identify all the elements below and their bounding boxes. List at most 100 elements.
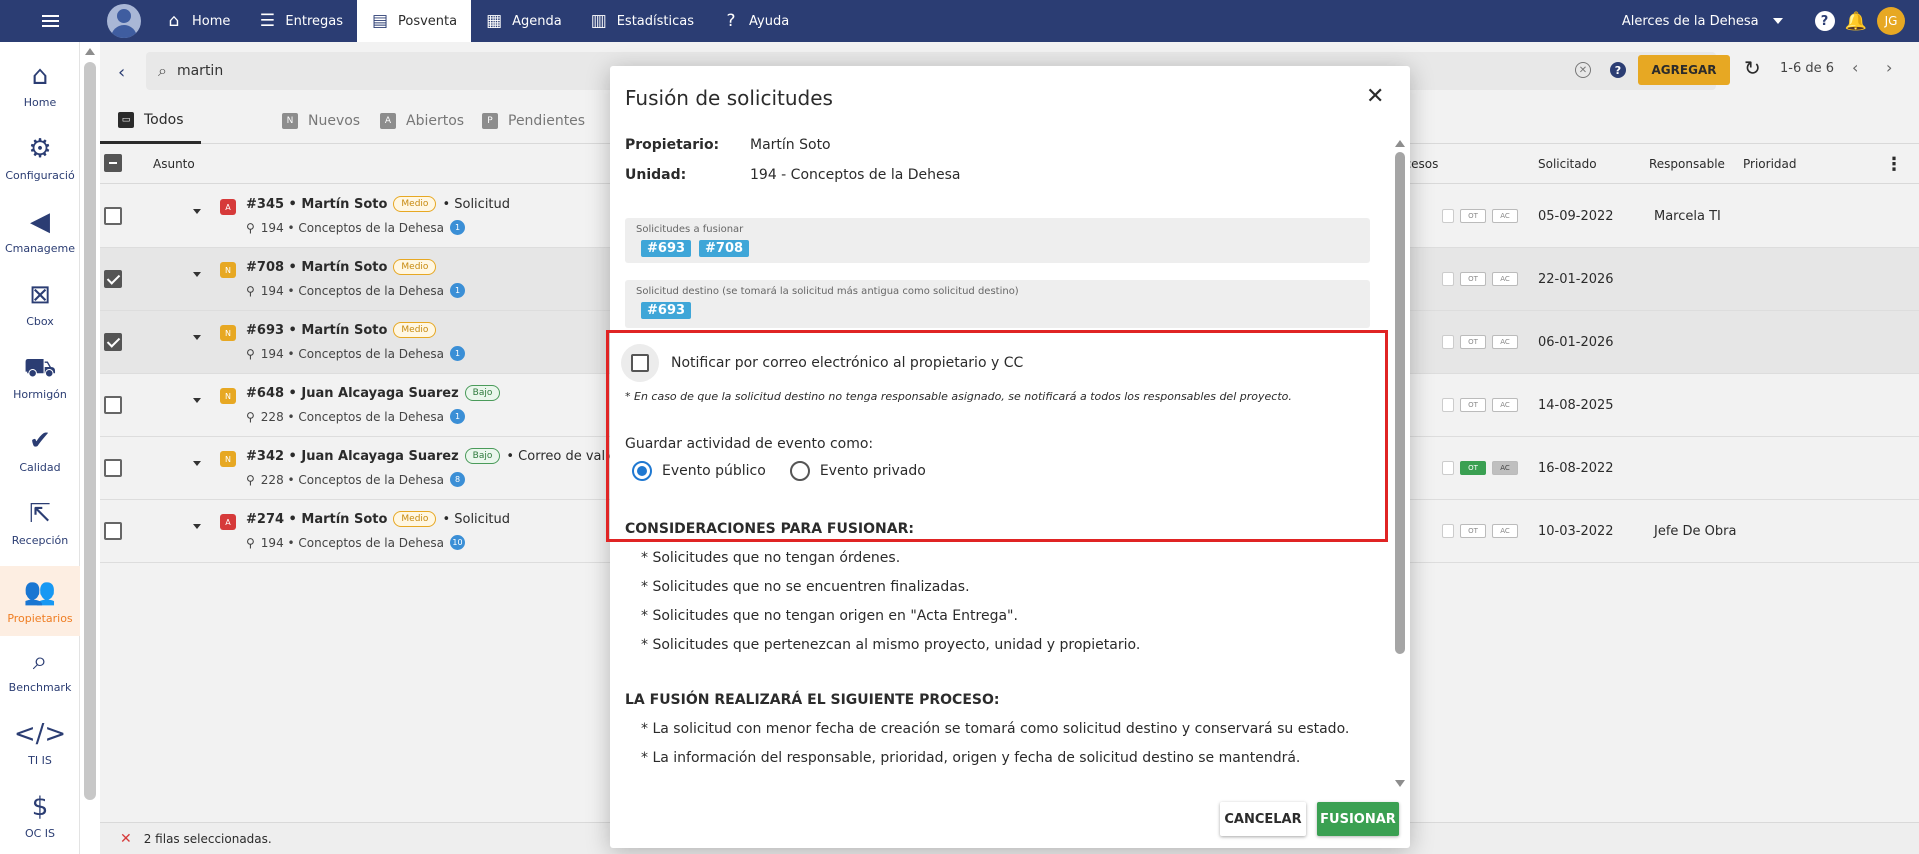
expand-icon[interactable] [193,398,201,403]
sidebar-item-cbox[interactable]: ⊠ Cbox [0,269,80,339]
dialog-scrollbar[interactable] [1394,140,1406,790]
location-icon: ⚲ [246,220,255,235]
level-badge: Medio [393,259,437,275]
notify-note: * En caso de que la solicitud destino no… [625,390,1292,403]
bell-icon[interactable]: 🔔 [1845,11,1867,32]
close-icon[interactable]: ✕ [1366,84,1384,109]
priority-badge: N [220,325,236,341]
notify-checkbox[interactable] [631,354,649,372]
request-chip[interactable]: #693 [641,302,692,319]
nav-ayuda[interactable]: ? Ayuda [708,0,803,42]
nav-estadisticas[interactable]: ▥ Estadísticas [576,0,708,42]
row-date: 05-09-2022 [1538,209,1614,224]
clear-icon[interactable]: ✕ [1575,62,1591,78]
nav-entregas[interactable]: ☰ Entregas [244,0,357,42]
priority-badge: A [220,199,236,215]
location-icon: ⚲ [246,535,255,550]
row-checkbox[interactable] [104,270,122,288]
ac-tag: AC [1492,461,1518,475]
row-checkbox[interactable] [104,207,122,225]
scrollbar-thumb[interactable] [84,62,96,800]
expand-icon[interactable] [193,335,201,340]
chevron-right-icon[interactable]: › [1886,58,1892,77]
expand-icon[interactable] [193,524,201,529]
row-title[interactable]: #342 • Juan Alcayaga Suarez [246,449,459,464]
row-title[interactable]: #274 • Martín Soto [246,512,387,527]
sidebar-item-cmanagement[interactable]: ◀ Cmanageme [0,196,80,266]
expand-icon[interactable] [193,272,201,277]
scroll-up-icon[interactable] [85,48,95,55]
close-icon[interactable]: ✕ [120,831,132,847]
tab-todos[interactable]: ▭ Todos [100,98,202,144]
row-date: 10-03-2022 [1538,524,1614,539]
quality-check-icon: ✔ [29,425,51,456]
header-responsable[interactable]: Responsable [1649,157,1725,171]
expand-icon[interactable] [193,209,201,214]
row-checkbox[interactable] [104,522,122,540]
ac-tag: AC [1492,398,1518,412]
chevron-left-icon[interactable]: ‹ [118,62,125,83]
expand-icon[interactable] [193,461,201,466]
level-badge: Medio [393,511,437,527]
owner-row: Propietario: Martín Soto [625,137,831,153]
nav-posventa[interactable]: ▤ Posventa [357,0,472,42]
nav-agenda[interactable]: ▦ Agenda [471,0,576,42]
notify-option[interactable]: Notificar por correo electrónico al prop… [621,344,1023,382]
project-selector[interactable]: Alerces de la Dehesa [1622,14,1783,29]
refresh-icon[interactable]: ↻ [1744,56,1761,80]
tab-abiertos[interactable]: A Abiertos [380,98,464,144]
header-prioridad[interactable]: Prioridad [1743,157,1797,171]
help-icon[interactable]: ? [1814,11,1835,31]
sidebar-item-home[interactable]: ⌂ Home [0,50,80,120]
level-badge: Medio [393,322,437,338]
avatar[interactable] [107,4,141,38]
merge-button[interactable]: FUSIONAR [1317,802,1399,836]
cancel-button[interactable]: CANCELAR [1220,802,1306,836]
sidebar-item-configuracion[interactable]: ⚙ Configuració [0,123,80,193]
scroll-down-icon[interactable] [1395,780,1405,787]
destination-request-field: Solicitud destino (se tomará la solicitu… [625,280,1370,328]
considerations-title: CONSIDERACIONES PARA FUSIONAR: [625,521,914,537]
row-unit: 194 • Conceptos de la Dehesa [260,220,444,235]
menu-icon[interactable] [29,0,71,42]
request-chip[interactable]: #708 [699,240,750,257]
row-title[interactable]: #708 • Martín Soto [246,260,387,275]
sidebar-item-benchmark[interactable]: ⌕ Benchmark [0,635,80,705]
sidebar-item-hormigon[interactable]: ⛟ Hormigón [0,342,80,412]
tab-nuevos[interactable]: N Nuevos [282,98,360,144]
request-chip[interactable]: #693 [641,240,692,257]
row-checkbox[interactable] [104,333,122,351]
tab-pendientes[interactable]: P Pendientes [482,98,585,144]
row-subject: • Solicitud [442,196,511,212]
sidebar-item-propietarios[interactable]: 👥 Propietarios [0,566,80,636]
radio-private-event[interactable] [789,461,810,481]
chevron-left-icon[interactable]: ‹ [1852,58,1858,77]
row-date: 16-08-2022 [1538,461,1614,476]
dialog-title: Fusión de solicitudes [625,86,833,110]
radio-public-event[interactable] [632,461,652,481]
scroll-up-icon[interactable] [1395,140,1405,147]
help-icon[interactable]: ? [1610,62,1626,78]
header-asunto[interactable]: Asunto [153,157,195,171]
row-checkbox[interactable] [104,396,122,414]
sidebar-item-ti-is[interactable]: </> TI IS [0,708,80,778]
row-title[interactable]: #345 • Martín Soto [246,197,387,212]
sidebar-scrollbar[interactable] [84,48,96,800]
header-solicitado[interactable]: Solicitado [1538,157,1597,171]
row-title[interactable]: #648 • Juan Alcayaga Suarez [246,386,459,401]
location-icon: ⚲ [246,472,255,487]
sidebar-item-recepcion[interactable]: ⇱ Recepción [0,488,80,558]
list-item: * Solicitudes que no tengan órdenes. [641,550,901,566]
row-title[interactable]: #693 • Martín Soto [246,323,387,338]
priority-badge: N [220,262,236,278]
scrollbar-thumb[interactable] [1395,152,1405,654]
sidebar-item-calidad[interactable]: ✔ Calidad [0,415,80,485]
add-button[interactable]: AGREGAR [1638,55,1730,85]
nav-home[interactable]: ⌂ Home [151,0,244,42]
row-checkbox[interactable] [104,459,122,477]
list-item: * Solicitudes que no se encuentren final… [641,579,970,595]
select-all-checkbox[interactable] [104,154,122,172]
sidebar-item-oc-is[interactable]: $ OC IS [0,781,80,851]
user-avatar[interactable]: JG [1877,7,1905,35]
more-options-icon[interactable]: ⋮ [1885,154,1903,175]
